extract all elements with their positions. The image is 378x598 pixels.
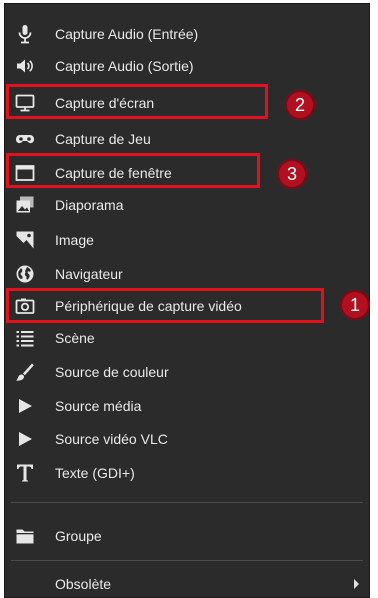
monitor-icon [15,93,35,113]
menu-item-label: Navigateur [55,266,123,282]
menu-item-label: Périphérique de capture vidéo [55,298,242,314]
menu-item-label: Source de couleur [55,364,169,380]
slideshow-icon [15,195,35,215]
menu-item-audio-input-capture[interactable]: Capture Audio (Entrée) [5,19,369,49]
menu-item-label: Capture Audio (Entrée) [55,26,199,42]
menu-item-media-source[interactable]: Source média [5,391,369,421]
menu-item-label: Texte (GDI+) [55,465,135,481]
menu-item-label: Groupe [55,528,102,544]
menu-item-browser[interactable]: Navigateur [5,259,369,289]
window-icon [15,163,35,183]
menu-item-label: Capture Audio (Sortie) [55,58,194,74]
menu-item-text-gdi[interactable]: Texte (GDI+) [5,458,369,488]
annotation-badge-2: 2 [285,90,315,120]
play-icon [15,429,35,449]
annotation-badge-1: 1 [340,290,370,320]
play-icon [15,396,35,416]
menu-item-video-capture-device[interactable]: Périphérique de capture vidéo [5,291,369,321]
menu-item-audio-output-capture[interactable]: Capture Audio (Sortie) [5,51,369,81]
menu-item-image[interactable]: Image [5,225,369,255]
menu-item-game-capture[interactable]: Capture de Jeu [5,124,369,154]
submenu-arrow-icon [354,579,359,589]
menu-item-deprecated[interactable]: Obsolète [5,569,369,597]
menu-item-label: Source média [55,398,142,414]
list-icon [15,328,35,348]
add-source-context-menu: Capture Audio (Entrée) Capture Audio (So… [4,3,370,598]
menu-item-label: Image [55,232,94,248]
camera-icon [15,296,35,316]
menu-item-vlc-video-source[interactable]: Source vidéo VLC [5,424,369,454]
speaker-icon [15,56,35,76]
menu-item-label: Scène [55,330,95,346]
gamepad-icon [15,129,35,149]
menu-item-label: Capture de Jeu [55,131,151,147]
globe-icon [15,264,35,284]
microphone-icon [15,24,35,44]
menu-item-group[interactable]: Groupe [5,521,369,551]
menu-item-label: Capture d'écran [55,95,155,111]
menu-item-label: Obsolète [55,576,112,592]
menu-item-scene[interactable]: Scène [5,323,369,353]
folder-icon [15,526,35,546]
annotation-badge-3: 3 [277,159,307,189]
menu-item-window-capture[interactable]: Capture de fenêtre [5,158,369,188]
menu-separator [11,502,363,503]
brush-icon [15,362,35,382]
menu-item-color-source[interactable]: Source de couleur [5,357,369,387]
menu-separator [11,560,363,561]
text-icon [15,463,35,483]
menu-item-label: Diaporama [55,197,124,213]
menu-item-label: Source vidéo VLC [55,431,168,447]
menu-item-slideshow[interactable]: Diaporama [5,190,369,220]
menu-item-label: Capture de fenêtre [55,165,172,181]
image-icon [15,230,35,250]
